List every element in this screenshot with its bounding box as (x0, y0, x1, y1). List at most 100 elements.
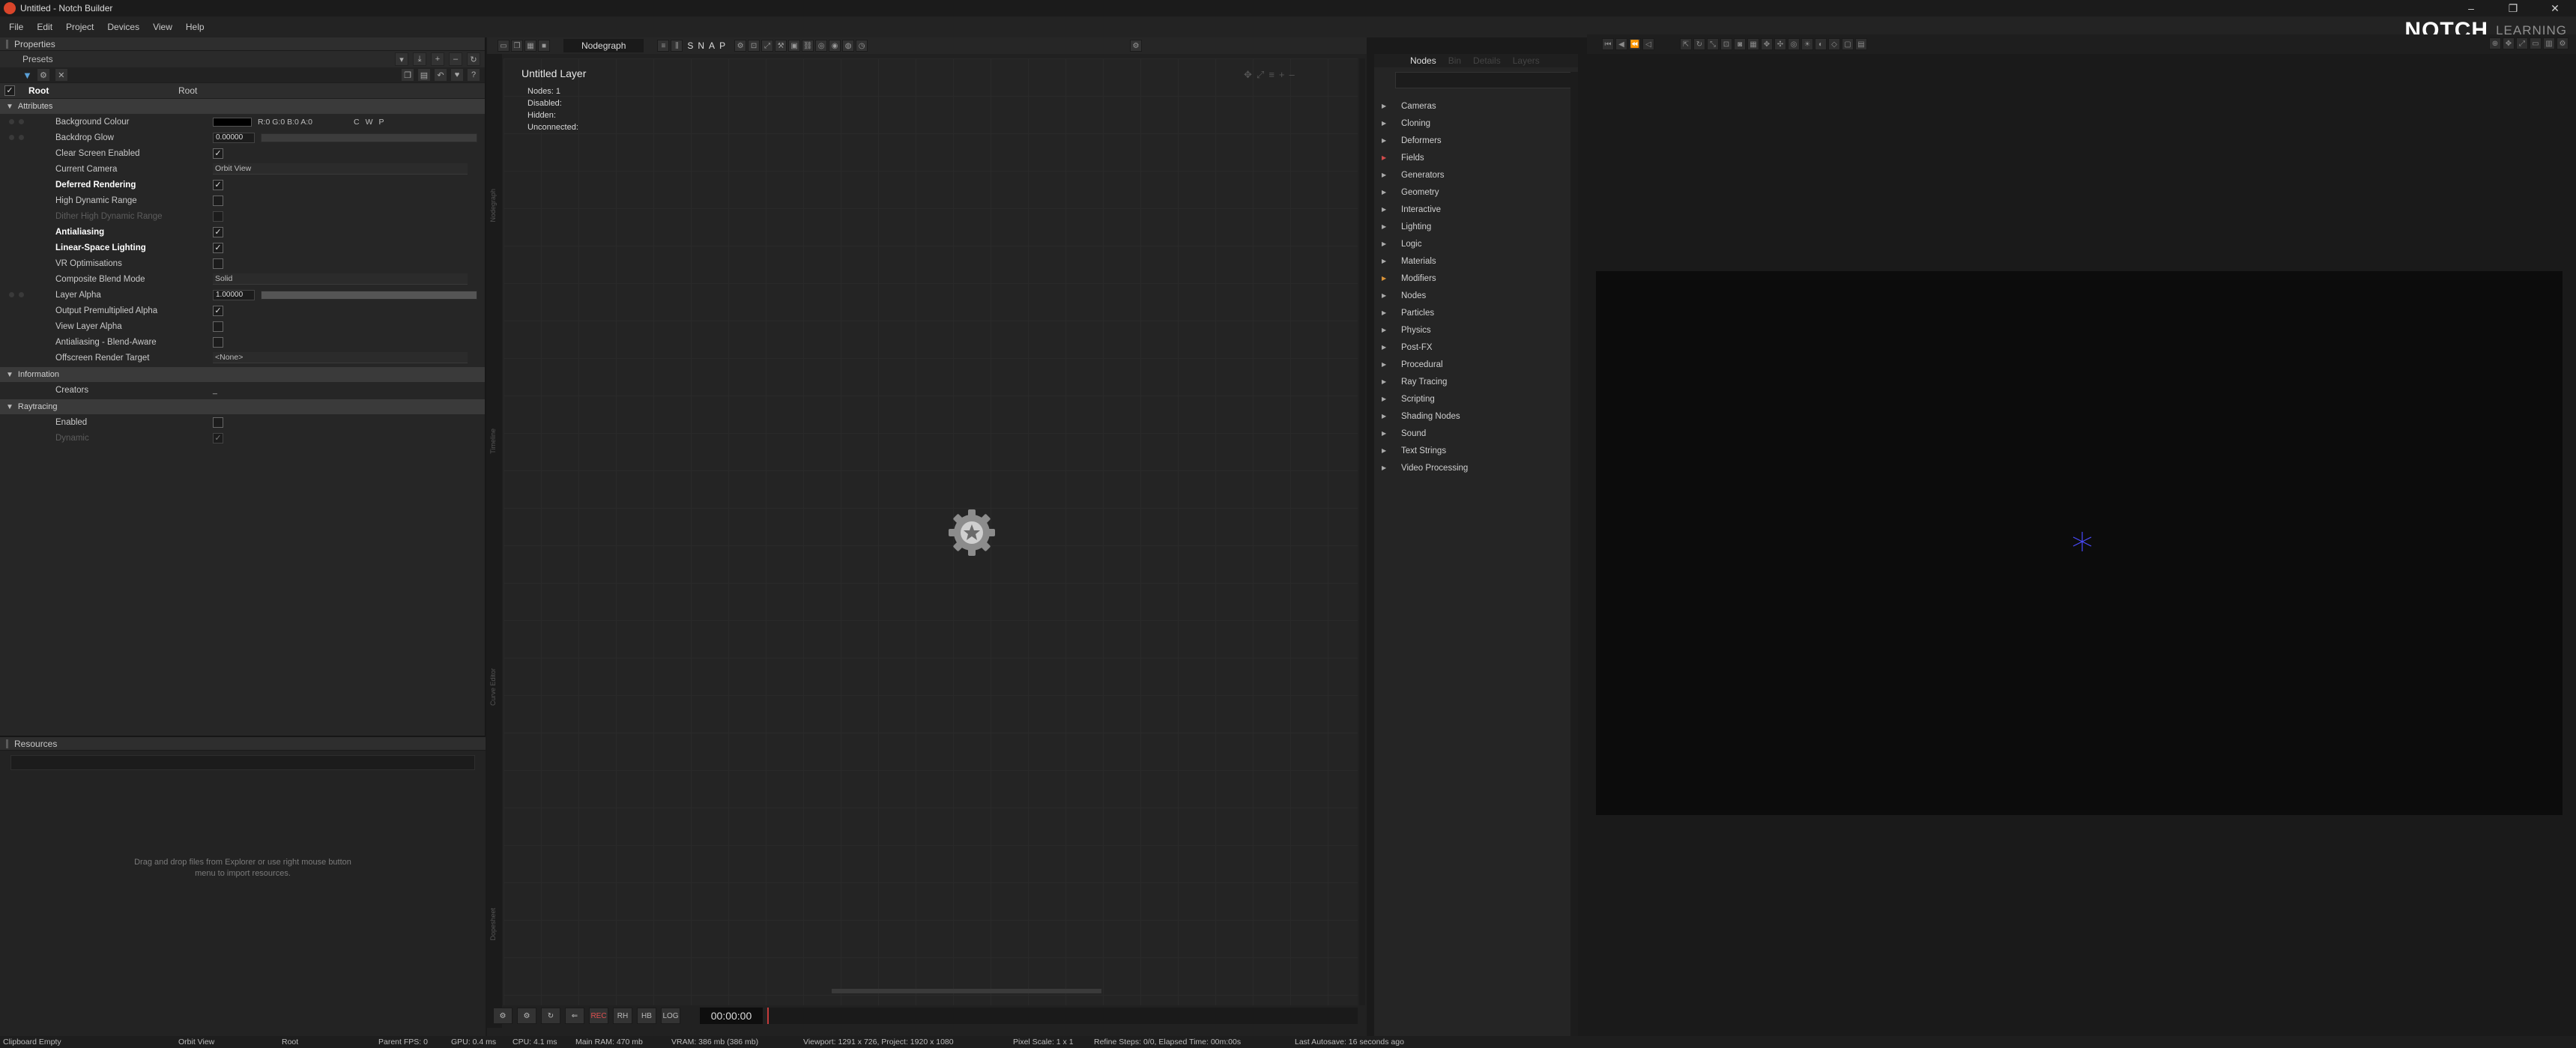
dropdown-icon[interactable]: ▾ (395, 52, 408, 66)
section-attributes[interactable]: ▼ Attributes (0, 99, 485, 114)
composite-blend-dropdown[interactable]: Solid (213, 273, 468, 285)
rt-enabled-checkbox[interactable] (213, 417, 223, 428)
node-category-particles[interactable]: ▶ Particles (1374, 304, 1578, 321)
expand-arrow-icon[interactable]: ▶ (1374, 361, 1401, 368)
gizmo-icon[interactable]: ✣ (1774, 38, 1786, 50)
hdr-checkbox[interactable] (213, 195, 223, 206)
zoom-in-icon[interactable]: + (1279, 69, 1285, 81)
light-icon[interactable]: ☀ (1801, 38, 1813, 50)
node-category-fields[interactable]: ▶ Fields (1374, 149, 1578, 166)
chain-icon[interactable]: ⛓ (802, 40, 814, 52)
maximize-icon[interactable]: ❐ (2492, 0, 2534, 16)
expand-arrow-icon[interactable]: ▶ (1374, 189, 1401, 196)
vp-options-icon[interactable]: ⚙ (2557, 37, 2569, 49)
expand-arrow-icon[interactable]: ▶ (1374, 154, 1401, 161)
section-information[interactable]: ▼ Information (0, 367, 485, 382)
zoom-icon[interactable]: ⊕ (2489, 37, 2501, 49)
clear-icon[interactable]: ✕ (54, 68, 68, 82)
expand-arrow-icon[interactable]: ▶ (1374, 120, 1401, 127)
clock-icon[interactable]: ◷ (856, 40, 868, 52)
expand-arrow-icon[interactable]: ▶ (1374, 413, 1401, 419)
node-category-procedural[interactable]: ▶ Procedural (1374, 356, 1578, 373)
play-start-icon[interactable]: ⏮ (1602, 38, 1614, 50)
link-icon[interactable] (19, 119, 24, 124)
expand-arrow-icon[interactable]: ▶ (1374, 327, 1401, 333)
fit-icon[interactable]: ⤢ (2516, 37, 2528, 49)
rh-button[interactable]: RH (613, 1008, 632, 1024)
backdrop-glow-slider[interactable] (261, 133, 477, 142)
antialiasing-checkbox[interactable]: ✓ (213, 226, 223, 237)
side-tab-curve-editor[interactable]: Curve Editor (489, 668, 497, 706)
fit-icon[interactable]: ⤢ (1257, 69, 1264, 81)
node-category-sound[interactable]: ▶ Sound (1374, 425, 1578, 442)
gear2-icon[interactable]: ⚙ (517, 1008, 536, 1024)
side-tab-nodegraph[interactable]: Nodegraph (489, 189, 497, 222)
rotate-icon[interactable]: ↻ (1693, 38, 1705, 50)
menu-devices[interactable]: Devices (107, 22, 139, 32)
keyframe-icon[interactable] (9, 119, 14, 124)
shade-icon[interactable]: ◐ (1815, 38, 1827, 50)
expand-arrow-icon[interactable]: ▶ (1374, 103, 1401, 109)
scale-icon[interactable]: ⤡ (1707, 38, 1719, 50)
stats-icon[interactable]: ▥ (2543, 37, 2555, 49)
node-category-shading-nodes[interactable]: ▶ Shading Nodes (1374, 408, 1578, 425)
backdrop-glow-input[interactable]: 0.00000 (213, 132, 255, 143)
node-category-physics[interactable]: ▶ Physics (1374, 321, 1578, 339)
grid-icon[interactable]: ▦ (524, 40, 536, 52)
presets-bar[interactable]: Presets ▾ ⤓ + – ↻ (0, 51, 485, 67)
gear-icon[interactable]: ⚙ (734, 40, 747, 52)
linear-lighting-checkbox[interactable]: ✓ (213, 242, 223, 253)
tab-bin[interactable]: Bin (1442, 55, 1467, 66)
expand-arrow-icon[interactable]: ▶ (1374, 378, 1401, 385)
menu-help[interactable]: Help (186, 22, 205, 32)
expand-arrow-icon[interactable]: ▶ (1374, 275, 1401, 282)
orbit-icon[interactable]: ◎ (1788, 38, 1800, 50)
colour-p-button[interactable]: P (379, 118, 384, 127)
expand-icon[interactable]: ⤢ (761, 40, 774, 52)
keyframe-icon[interactable] (9, 292, 14, 297)
log-button[interactable]: LOG (661, 1008, 680, 1024)
circle-icon[interactable]: ◎ (815, 40, 828, 52)
node-category-scripting[interactable]: ▶ Scripting (1374, 390, 1578, 408)
node-category-materials[interactable]: ▶ Materials (1374, 252, 1578, 270)
node-category-interactive[interactable]: ▶ Interactive (1374, 201, 1578, 218)
refresh-icon[interactable]: ↻ (467, 52, 480, 66)
minimize-icon[interactable]: – (2450, 0, 2492, 16)
minus-icon[interactable]: – (449, 52, 462, 66)
expand-arrow-icon[interactable]: ▶ (1374, 464, 1401, 471)
node-category-cloning[interactable]: ▶ Cloning (1374, 115, 1578, 132)
tab-nodes[interactable]: Nodes (1404, 55, 1442, 66)
nodes-scrollbar[interactable] (1570, 72, 1578, 1037)
expand-arrow-icon[interactable]: ▶ (1374, 258, 1401, 264)
wrench-icon[interactable]: ⚒ (775, 40, 787, 52)
expand-arrow-icon[interactable]: ▶ (1374, 206, 1401, 213)
current-camera-dropdown[interactable]: Orbit View (213, 163, 468, 175)
node-category-video-processing[interactable]: ▶ Video Processing (1374, 459, 1578, 476)
nodegraph-hscrollbar[interactable] (832, 989, 1101, 993)
link-icon[interactable] (19, 135, 24, 140)
expand-arrow-icon[interactable]: ▶ (1374, 223, 1401, 230)
nodegraph-canvas[interactable] (504, 58, 1358, 1005)
delete-icon[interactable]: ■ (538, 40, 550, 52)
menu-edit[interactable]: Edit (37, 22, 52, 32)
node-category-geometry[interactable]: ▶ Geometry (1374, 184, 1578, 201)
menu-file[interactable]: File (9, 22, 23, 32)
move-icon[interactable]: ✥ (1761, 38, 1773, 50)
options-icon[interactable]: ⚙ (1130, 40, 1142, 52)
nodes-search-input[interactable] (1395, 72, 1572, 88)
back-icon[interactable]: ⇐ (565, 1008, 584, 1024)
step-back-icon[interactable]: ◀ (1615, 38, 1627, 50)
node-category-logic[interactable]: ▶ Logic (1374, 235, 1578, 252)
expand-arrow-icon[interactable]: ▶ (1374, 430, 1401, 437)
expand-arrow-icon[interactable]: ▶ (1374, 137, 1401, 144)
vr-optimisations-checkbox[interactable] (213, 258, 223, 269)
target-icon[interactable]: ◉ (829, 40, 841, 52)
expand-arrow-icon[interactable]: ▶ (1374, 344, 1401, 351)
node-category-text-strings[interactable]: ▶ Text Strings (1374, 442, 1578, 459)
node-category-cameras[interactable]: ▶ Cameras (1374, 97, 1578, 115)
loop-icon[interactable]: ↻ (541, 1008, 560, 1024)
keyframe-icon[interactable] (9, 135, 14, 140)
clear-screen-checkbox[interactable]: ✓ (213, 148, 223, 159)
download-icon[interactable]: ⤓ (413, 52, 426, 66)
copy-icon[interactable]: ❐ (401, 68, 414, 82)
